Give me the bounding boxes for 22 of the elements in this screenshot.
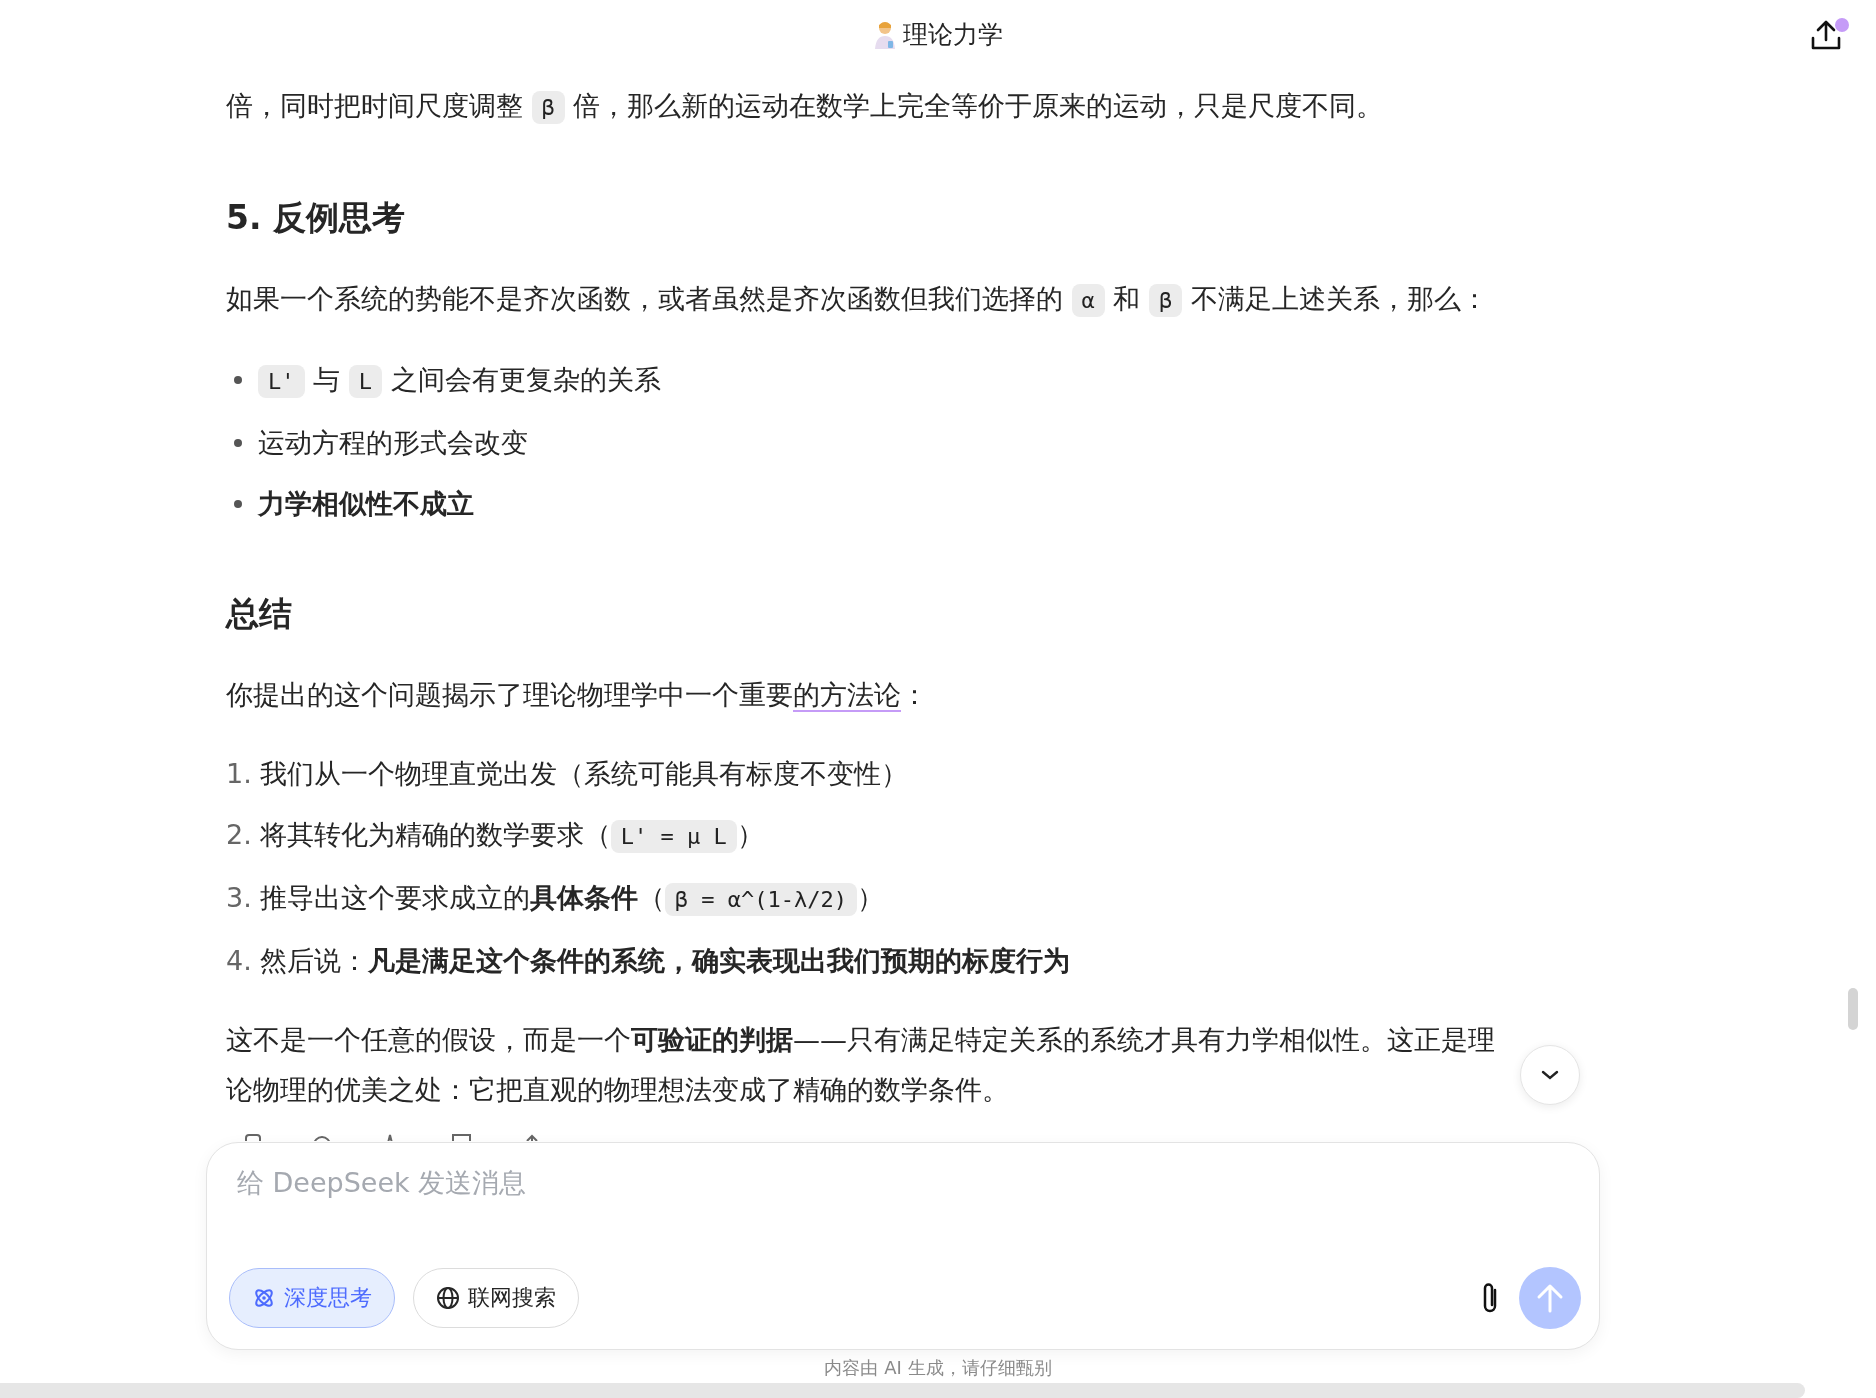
list-item-text: 推导出这个要求成立的具体条件（ β = α^(1-λ/2) ） [259, 873, 884, 925]
paragraph: 倍，同时把时间尺度调整 β 倍，那么新的运动在数学上完全等价于原来的运动，只是尺度不同。 [226, 81, 1516, 133]
paragraph: 这不是一个任意的假设，而是一个可验证的判据——只有满足特定关系的系统才具有力学相似性。这正是理论物理的优美之处：它把直观的物理想法变成了精确的数学条件。 [226, 1023, 1496, 1107]
list-number: 3. [226, 881, 252, 915]
mode-toggle-button[interactable]: 联网搜索 [413, 1268, 579, 1328]
list-item-text: 我们从一个物理直觉出发（系统可能具有标度不变性） [259, 757, 908, 791]
paragraph: 如果一个系统的势能不是齐次函数，或者虽然是齐次函数但我们选择的 α 和 β 不满足上述关系，那么： [226, 274, 1516, 326]
list-number: 1. [226, 757, 252, 791]
section-heading: 总结 [226, 593, 293, 635]
disclaimer-text: 内容由 AI 生成，请仔细甄别 [823, 1356, 1053, 1380]
list-item-text: 然后说：凡是满足这个条件的系统，确实表现出我们预期的标度行为 [259, 944, 1070, 978]
list-number: 4. [226, 944, 252, 978]
list-item-text: L' 与 L 之间会有更复杂的关系 [258, 355, 661, 407]
paragraph: 你提出的这个问题揭示了理论物理学中一个重要的方法论： [226, 678, 929, 714]
mode-toggle-button[interactable]: 深度思考 [229, 1268, 395, 1328]
list-item-text: 运动方程的形式会改变 [258, 426, 528, 460]
list-item-text: 力学相似性不成立 [258, 487, 474, 521]
section-heading: 5. 反例思考 [226, 197, 406, 239]
message-input[interactable]: 给 DeepSeek 发送消息 [237, 1167, 1137, 1198]
chat-title: 理论力学 [903, 19, 1003, 51]
list-number: 2. [226, 818, 252, 852]
list-item-text: 将其转化为精确的数学要求（ L' = μ L ） [259, 810, 764, 862]
